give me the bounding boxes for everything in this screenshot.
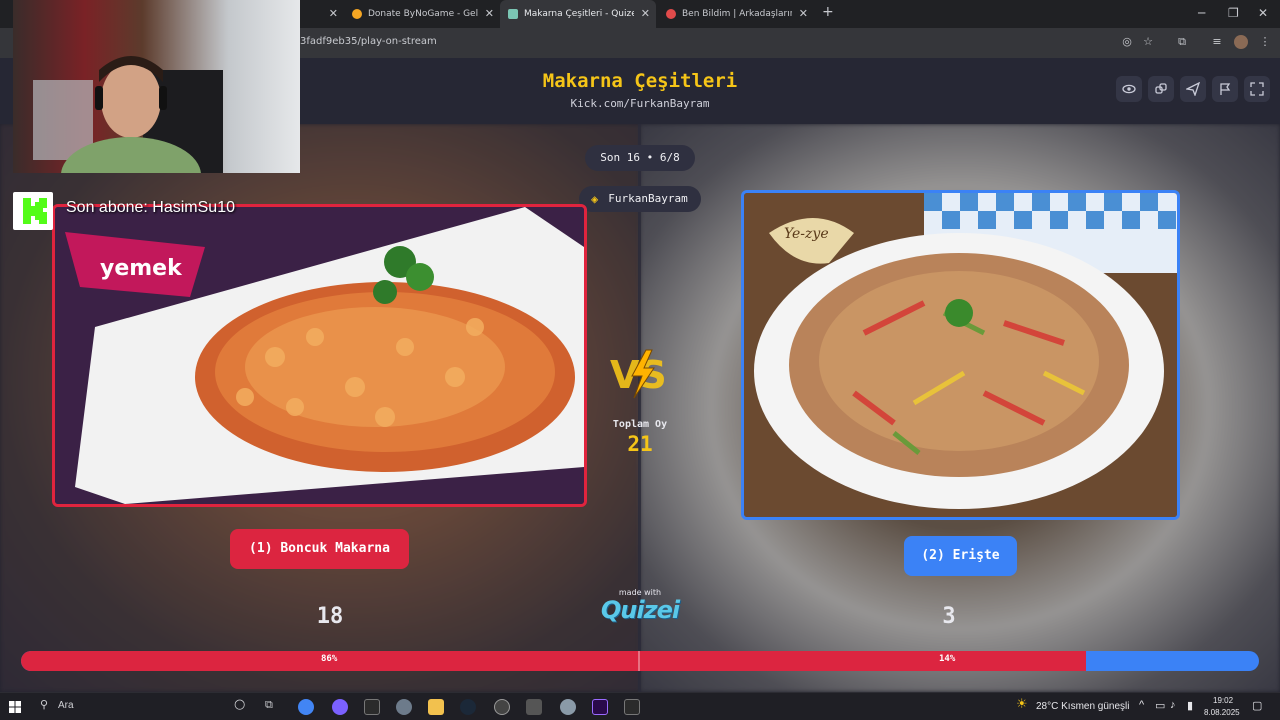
profile-avatar-icon[interactable]: [1234, 35, 1248, 49]
weather-sun-icon[interactable]: ☀: [1016, 697, 1028, 712]
search-icon[interactable]: ⚲: [40, 698, 48, 711]
option-2-button[interactable]: (2) Erişte: [904, 536, 1017, 576]
weather-text[interactable]: 28°C Kısmen güneşli: [1036, 701, 1130, 712]
quizei-logo[interactable]: Quizei: [590, 596, 690, 624]
volume-icon[interactable]: ♪: [1170, 699, 1176, 711]
fullscreen-button[interactable]: [1244, 76, 1270, 102]
restore-icon[interactable]: ❐: [1228, 6, 1239, 20]
total-votes-label: Toplam Oy: [612, 419, 668, 430]
clock-time[interactable]: 19:02: [1213, 696, 1233, 705]
option-1-votes: 18: [316, 604, 344, 629]
close-window-icon[interactable]: ✕: [1258, 6, 1268, 20]
task-view-icon[interactable]: ⧉: [265, 698, 273, 712]
option-1-image[interactable]: yemek: [52, 204, 587, 507]
file-explorer-icon[interactable]: [428, 699, 444, 715]
versus-icon: VS: [610, 349, 667, 399]
tab-label: Donate ByNoGame - Gelen/Gi…: [368, 9, 478, 19]
notifications-icon[interactable]: ▢: [1252, 699, 1262, 712]
eye-off-icon[interactable]: ◎: [1120, 35, 1134, 49]
clock-date[interactable]: 8.08.2025: [1204, 708, 1240, 717]
eye-icon: [1122, 84, 1136, 94]
visibility-button[interactable]: [1116, 76, 1142, 102]
messenger-icon[interactable]: [332, 699, 348, 715]
option-1-percent: 86%: [321, 654, 338, 664]
bookmark-star-icon[interactable]: ☆: [1141, 35, 1155, 49]
kick-logo: [13, 192, 53, 230]
network-icon[interactable]: ▭: [1155, 699, 1165, 712]
send-button[interactable]: [1180, 76, 1206, 102]
close-tab-icon[interactable]: ✕: [799, 7, 808, 20]
round-indicator: Son 16 • 6/8: [585, 145, 695, 171]
svg-text:yemek: yemek: [100, 256, 183, 281]
quizei-favicon-icon: [508, 9, 518, 19]
last-subscriber-text: Son abone: HasimSu10: [66, 199, 235, 216]
minimize-icon[interactable]: ─: [1198, 6, 1205, 20]
new-tab-plus-icon[interactable]: +: [822, 4, 834, 20]
tab-quizei[interactable]: Makarna Çeşitleri - Quizei ✕: [500, 0, 656, 28]
streamer-webcam-image: [33, 56, 223, 173]
kick-k-icon: [23, 198, 47, 224]
tray-chevron-icon[interactable]: ^: [1139, 699, 1144, 711]
flag-icon: [1220, 83, 1231, 95]
streamer-name: FurkanBayram: [608, 192, 688, 205]
microphone-icon[interactable]: ▮: [1187, 699, 1193, 712]
tab-donate[interactable]: Donate ByNoGame - Gelen/Gi… ✕: [344, 0, 500, 28]
taskbar-search[interactable]: Ara: [58, 700, 74, 711]
option-2-image[interactable]: Ye-zye: [741, 190, 1180, 520]
option-2-votes: 3: [942, 604, 956, 629]
tab-partial[interactable]: ✕: [300, 0, 344, 28]
link-icon: [1155, 83, 1167, 94]
chrome-icon[interactable]: [298, 699, 314, 715]
close-tab-icon[interactable]: ✕: [329, 7, 338, 20]
streamer-badge: ◈ FurkanBayram: [579, 186, 701, 212]
close-tab-icon[interactable]: ✕: [485, 7, 494, 20]
cortana-icon[interactable]: ○: [234, 697, 245, 712]
tab-ben-bildim[interactable]: Ben Bildim | Arkadaşlarınla Onli… ✕: [658, 0, 814, 28]
bar-center-marker: [638, 651, 640, 671]
epic-games-icon-2[interactable]: [624, 699, 640, 715]
option-1-share-fill: [21, 651, 1086, 671]
obs-icon[interactable]: [494, 699, 510, 715]
extensions-icon[interactable]: ⧉: [1175, 35, 1189, 49]
epic-games-icon[interactable]: [364, 699, 380, 715]
windows-taskbar: ⚲ Ara ○ ⧉ ☀ 28°C Kısmen güneşli ^ ▭ ♪ ▮ …: [0, 692, 1280, 720]
report-button[interactable]: [1212, 76, 1238, 102]
share-link-button[interactable]: [1148, 76, 1174, 102]
svg-text:Ye-zye: Ye-zye: [784, 226, 829, 242]
url-text[interactable]: 3fadf9eb35/play-on-stream: [300, 36, 437, 47]
tab-label: Ben Bildim | Arkadaşlarınla Onli…: [682, 9, 792, 19]
vote-share-bar: 86% 14%: [21, 651, 1259, 671]
ben-bildim-favicon-icon: [666, 9, 676, 19]
donate-favicon-icon: [352, 9, 362, 19]
reading-list-icon[interactable]: ≡: [1210, 35, 1224, 49]
total-votes-count: 21: [627, 432, 653, 456]
close-tab-icon[interactable]: ✕: [641, 7, 650, 20]
eriste-photo: Ye-zye: [744, 193, 1177, 517]
option-1-button[interactable]: (1) Boncuk Makarna: [230, 529, 409, 569]
menu-kebab-icon[interactable]: ⋮: [1258, 35, 1272, 49]
app-icon[interactable]: [396, 699, 412, 715]
steam-icon[interactable]: [460, 699, 476, 715]
boncuk-makarna-photo: yemek: [55, 207, 584, 504]
windows-start-icon[interactable]: [9, 701, 21, 713]
fullscreen-icon: [1250, 82, 1264, 96]
diamond-icon: ◈: [591, 192, 599, 206]
media-app-icon[interactable]: [560, 699, 576, 715]
premiere-icon[interactable]: [592, 699, 608, 715]
webcam-overlay: [13, 0, 300, 173]
tab-label: Makarna Çeşitleri - Quizei: [524, 9, 634, 19]
grid-app-icon[interactable]: [526, 699, 542, 715]
send-icon: [1186, 82, 1200, 96]
option-2-percent: 14%: [939, 654, 956, 664]
